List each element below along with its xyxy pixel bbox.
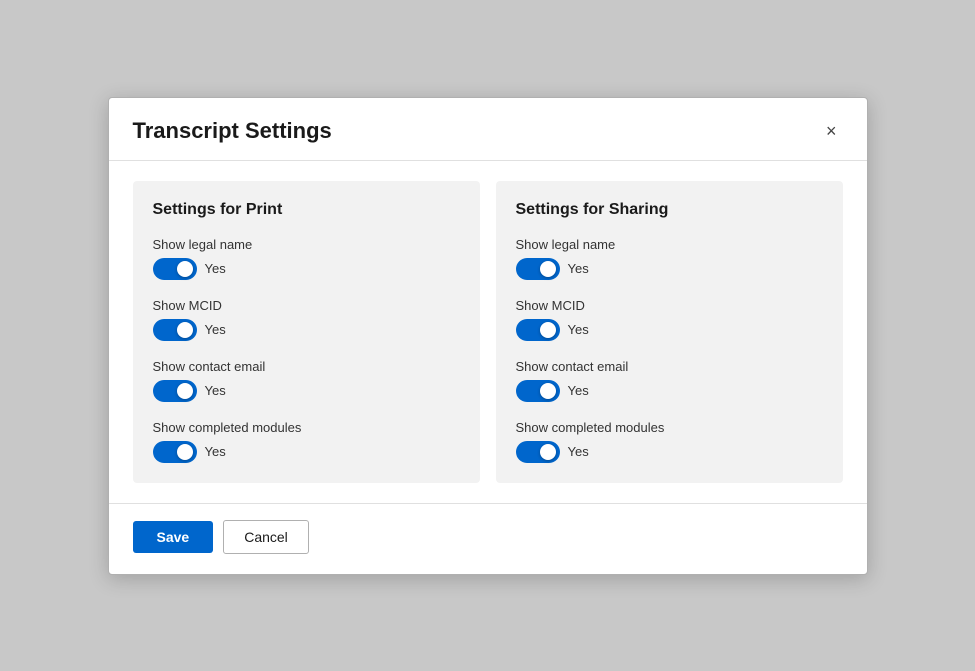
sharing-panel-title: Settings for Sharing	[516, 201, 823, 219]
sharing-mcid-label: Show MCID	[516, 298, 823, 313]
modal-title: Transcript Settings	[133, 118, 332, 144]
print-contact-email-label: Show contact email	[153, 359, 460, 374]
print-settings-panel: Settings for Print Show legal name Yes	[133, 181, 480, 483]
sharing-contact-email-row: Yes	[516, 380, 823, 402]
modal-body: Settings for Print Show legal name Yes	[109, 161, 867, 503]
print-mcid-label: Show MCID	[153, 298, 460, 313]
sharing-contact-email-toggle[interactable]	[516, 380, 560, 402]
print-contact-email-row: Yes	[153, 380, 460, 402]
sharing-legal-name-label: Show legal name	[516, 237, 823, 252]
print-setting-legal-name: Show legal name Yes	[153, 237, 460, 280]
sharing-legal-name-row: Yes	[516, 258, 823, 280]
sharing-mcid-yes: Yes	[568, 322, 589, 337]
save-button[interactable]: Save	[133, 521, 214, 553]
sharing-legal-name-toggle[interactable]	[516, 258, 560, 280]
print-contact-email-toggle[interactable]	[153, 380, 197, 402]
print-setting-mcid: Show MCID Yes	[153, 298, 460, 341]
print-completed-modules-label: Show completed modules	[153, 420, 460, 435]
modal-overlay: Transcript Settings × Settings for Print…	[0, 0, 975, 671]
print-setting-contact-email: Show contact email Yes	[153, 359, 460, 402]
sharing-legal-name-yes: Yes	[568, 261, 589, 276]
sharing-completed-modules-toggle[interactable]	[516, 441, 560, 463]
modal-footer: Save Cancel	[109, 503, 867, 574]
sharing-completed-modules-yes: Yes	[568, 444, 589, 459]
sharing-setting-contact-email: Show contact email Yes	[516, 359, 823, 402]
print-mcid-row: Yes	[153, 319, 460, 341]
print-mcid-yes: Yes	[205, 322, 226, 337]
print-panel-title: Settings for Print	[153, 201, 460, 219]
sharing-contact-email-label: Show contact email	[516, 359, 823, 374]
sharing-mcid-row: Yes	[516, 319, 823, 341]
print-legal-name-toggle[interactable]	[153, 258, 197, 280]
sharing-setting-legal-name: Show legal name Yes	[516, 237, 823, 280]
print-legal-name-label: Show legal name	[153, 237, 460, 252]
print-completed-modules-row: Yes	[153, 441, 460, 463]
close-button[interactable]: ×	[820, 120, 843, 142]
transcript-settings-modal: Transcript Settings × Settings for Print…	[108, 97, 868, 575]
print-mcid-toggle[interactable]	[153, 319, 197, 341]
sharing-completed-modules-label: Show completed modules	[516, 420, 823, 435]
sharing-settings-panel: Settings for Sharing Show legal name Yes	[496, 181, 843, 483]
sharing-setting-mcid: Show MCID Yes	[516, 298, 823, 341]
sharing-completed-modules-row: Yes	[516, 441, 823, 463]
cancel-button[interactable]: Cancel	[223, 520, 309, 554]
print-setting-completed-modules: Show completed modules Yes	[153, 420, 460, 463]
sharing-mcid-toggle[interactable]	[516, 319, 560, 341]
sharing-contact-email-yes: Yes	[568, 383, 589, 398]
print-legal-name-yes: Yes	[205, 261, 226, 276]
print-completed-modules-toggle[interactable]	[153, 441, 197, 463]
sharing-setting-completed-modules: Show completed modules Yes	[516, 420, 823, 463]
print-contact-email-yes: Yes	[205, 383, 226, 398]
modal-header: Transcript Settings ×	[109, 98, 867, 161]
print-completed-modules-yes: Yes	[205, 444, 226, 459]
print-legal-name-row: Yes	[153, 258, 460, 280]
